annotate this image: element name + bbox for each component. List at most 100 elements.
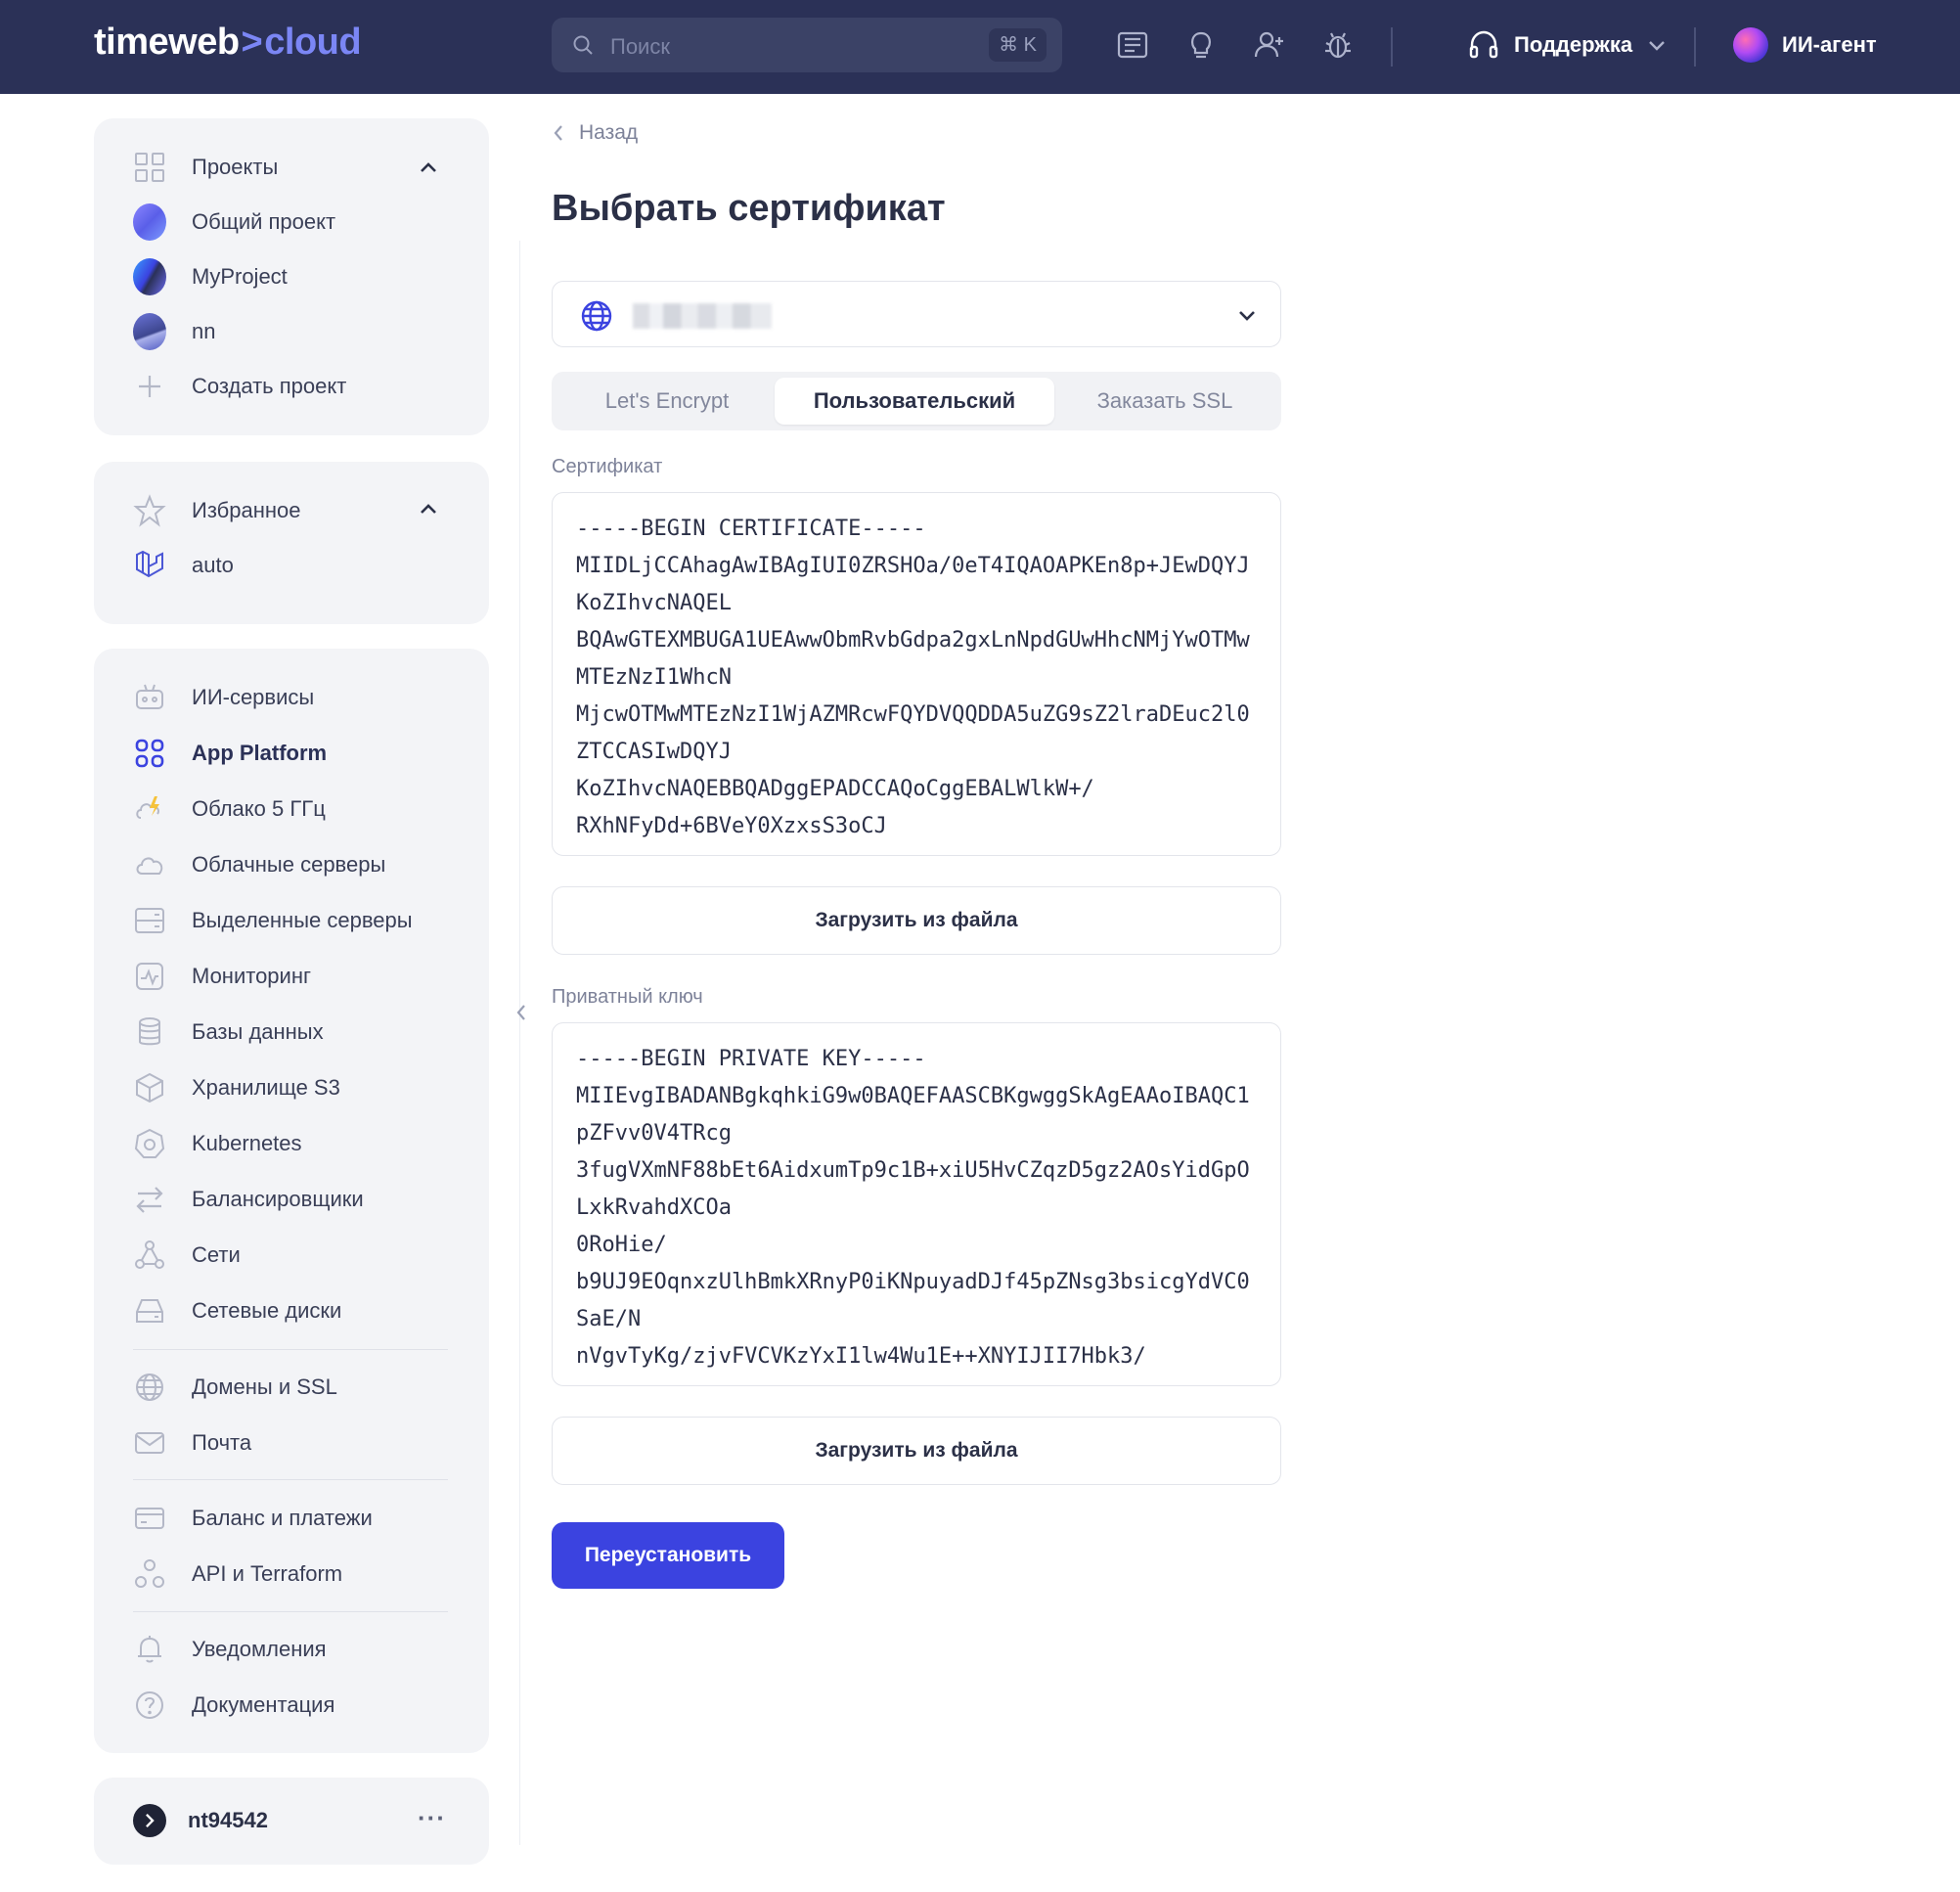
logo-text: timeweb [94, 22, 240, 63]
sidebar-item-label: Мониторинг [192, 964, 312, 988]
tab-lets-encrypt[interactable]: Let's Encrypt [557, 378, 777, 425]
support-dropdown[interactable]: Поддержка [1467, 25, 1668, 65]
ai-agent-label: ИИ-агент [1782, 32, 1877, 57]
certificate-type-tabs: Let's Encrypt Пользовательский Заказать … [552, 372, 1281, 430]
ai-agent-orb-icon [1733, 27, 1768, 63]
plus-icon [139, 376, 160, 397]
project-avatar [133, 203, 166, 241]
bug-icon[interactable] [1320, 27, 1356, 63]
upload-certificate-button[interactable]: Загрузить из файла [552, 886, 1281, 955]
sidebar-item-app-platform[interactable]: App Platform [133, 734, 327, 773]
collapse-sidebar-icon[interactable] [512, 1002, 530, 1023]
robot-icon [136, 684, 163, 709]
sidebar-item-monitoring[interactable]: Мониторинг [133, 957, 311, 996]
sidebar-item-label: Выделенные серверы [192, 908, 413, 932]
chevron-down-icon [1239, 311, 1255, 321]
sidebar-item-databases[interactable]: Базы данных [133, 1013, 324, 1052]
account-card[interactable]: nt94542 ··· [94, 1778, 489, 1865]
favorites-title: Избранное [192, 498, 301, 522]
sidebar-item-network-disks[interactable]: Сетевые диски [133, 1291, 341, 1330]
favorite-name: auto [192, 553, 234, 577]
sidebar-item-networks[interactable]: Сети [133, 1236, 241, 1275]
add-user-icon[interactable] [1252, 27, 1287, 63]
certificate-label: Сертификат [552, 456, 663, 477]
favorites-card: Избранное auto [94, 462, 489, 624]
project-item[interactable]: nn [133, 312, 215, 351]
chevron-up-icon[interactable] [417, 497, 440, 520]
sidebar-item-ai-services[interactable]: ИИ-сервисы [133, 678, 314, 717]
news-icon[interactable] [1115, 27, 1150, 63]
project-name: nn [192, 319, 216, 343]
tab-order-ssl[interactable]: Заказать SSL [1054, 378, 1275, 425]
sidebar-item-s3-storage[interactable]: Хранилище S3 [133, 1068, 340, 1107]
disk-icon [136, 1299, 163, 1323]
upload-private-key-button[interactable]: Загрузить из файла [552, 1417, 1281, 1485]
page-title: Выбрать сертификат [552, 188, 946, 229]
sidebar-item-label: Почта [192, 1430, 252, 1455]
chevron-up-icon[interactable] [417, 156, 440, 179]
sidebar-item-label: Сети [192, 1242, 241, 1267]
sidebar-item-api-terraform[interactable]: API и Terraform [133, 1554, 342, 1594]
cube-icon [136, 1072, 163, 1104]
projects-header[interactable]: Проекты [133, 148, 278, 187]
sidebar-item-label: App Platform [192, 741, 328, 765]
sidebar-item-label: Балансировщики [192, 1187, 364, 1211]
kubernetes-icon [134, 1128, 165, 1158]
sidebar-item-documentation[interactable]: Документация [133, 1686, 334, 1725]
sidebar-item-kubernetes[interactable]: Kubernetes [133, 1124, 302, 1163]
ai-agent-button[interactable]: ИИ-агент [1733, 25, 1877, 65]
sidebar-divider [133, 1479, 448, 1480]
sidebar-item-label: Облако 5 ГГц [192, 796, 326, 821]
sidebar-item-mail[interactable]: Почта [133, 1423, 251, 1463]
sidebar-item-label: Хранилище S3 [192, 1075, 340, 1100]
more-options-icon[interactable]: ··· [418, 1803, 446, 1833]
sidebar-item-label: Документация [192, 1692, 335, 1717]
server-icon [135, 908, 164, 933]
project-avatar [133, 313, 166, 350]
grid-icon [135, 153, 164, 182]
sidebar-item-domains-ssl[interactable]: Домены и SSL [133, 1368, 337, 1407]
search-shortcut-badge: ⌘ K [989, 28, 1047, 62]
sidebar-item-balancers[interactable]: Балансировщики [133, 1180, 364, 1219]
project-avatar [133, 258, 166, 295]
private-key-textarea[interactable]: -----BEGIN PRIVATE KEY----- MIIEvgIBADAN… [552, 1022, 1281, 1386]
timeweb-cloud-logo[interactable]: timeweb>cloud [94, 22, 362, 64]
sidebar-item-label: ИИ-сервисы [192, 685, 315, 709]
favorite-item[interactable]: auto [133, 546, 234, 585]
private-key-label: Приватный ключ [552, 986, 703, 1008]
back-label: Назад [579, 121, 639, 144]
search-input[interactable]: Поиск ⌘ K [552, 18, 1062, 72]
certificate-textarea[interactable]: -----BEGIN CERTIFICATE----- MIIDLjCCAhag… [552, 492, 1281, 856]
project-item[interactable]: MyProject [133, 257, 288, 296]
project-item[interactable]: Общий проект [133, 203, 335, 242]
sidebar-item-dedicated-servers[interactable]: Выделенные серверы [133, 901, 413, 940]
sidebar-item-billing[interactable]: Баланс и платежи [133, 1499, 373, 1538]
domain-select[interactable] [552, 281, 1281, 347]
topbar-divider [1694, 27, 1696, 67]
sidebar-item-label: Баланс и платежи [192, 1506, 373, 1530]
back-link[interactable]: Назад [552, 121, 638, 145]
redacted-domain [633, 303, 772, 329]
projects-title: Проекты [192, 155, 279, 179]
sidebar-item-cloud-servers[interactable]: Облачные серверы [133, 845, 385, 884]
globe-icon [136, 1374, 163, 1401]
account-item[interactable]: nt94542 [133, 1801, 268, 1840]
sidebar-item-cloud-5ghz[interactable]: Облако 5 ГГц [133, 789, 326, 829]
project-name: Общий проект [192, 209, 336, 234]
account-avatar-icon [133, 1804, 166, 1837]
reinstall-button[interactable]: Переустановить [552, 1522, 784, 1589]
sidebar-item-notifications[interactable]: Уведомления [133, 1630, 327, 1669]
chevron-left-icon [554, 125, 562, 141]
tab-custom[interactable]: Пользовательский [775, 378, 1054, 425]
lightbulb-icon[interactable] [1183, 27, 1219, 63]
favorites-header[interactable]: Избранное [133, 491, 301, 530]
sidebar-item-label: Сетевые диски [192, 1298, 342, 1323]
create-project-button[interactable]: Создать проект [133, 367, 346, 406]
api-icon [135, 1559, 164, 1588]
app-platform-icon [135, 739, 164, 768]
star-icon [133, 494, 166, 527]
top-bar: timeweb>cloud Поиск ⌘ K Поддержка ИИ-аге… [0, 0, 1960, 94]
search-placeholder: Поиск [610, 34, 670, 59]
create-project-label: Создать проект [192, 374, 347, 398]
cloud-lightning-icon [136, 796, 160, 819]
